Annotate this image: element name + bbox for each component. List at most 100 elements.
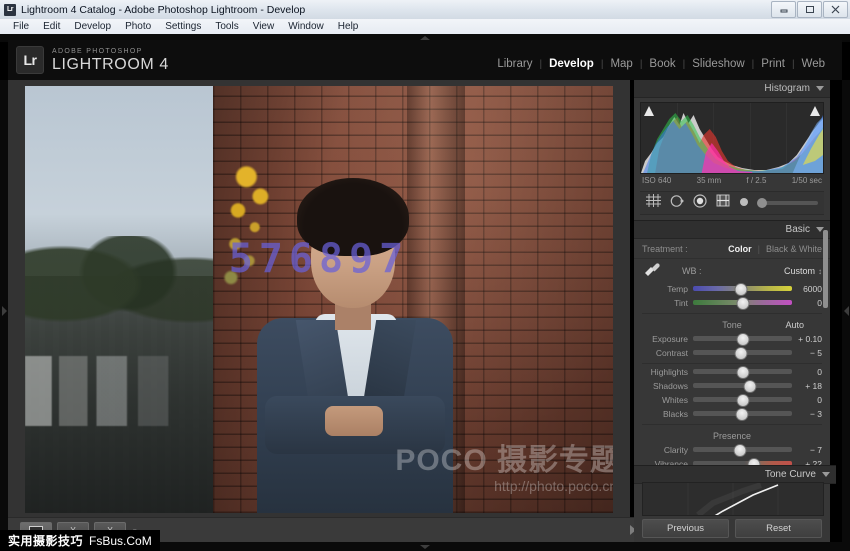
slider-label-blacks: Blacks (642, 409, 693, 419)
module-library[interactable]: Library (490, 58, 539, 70)
module-book[interactable]: Book (642, 58, 682, 70)
chevron-down-icon (420, 545, 430, 549)
slider-label-exposure: Exposure (642, 334, 693, 344)
lightroom-app: Lr ADOBE PHOTOSHOP LIGHTROOM 4 Library |… (0, 34, 850, 551)
module-web[interactable]: Web (795, 58, 832, 70)
slider-track-contrast[interactable] (693, 350, 792, 355)
slider-track-tint[interactable] (693, 300, 792, 305)
right-panel-toggle[interactable] (842, 80, 850, 542)
slider-track-shadows[interactable] (693, 383, 792, 388)
slider-row-temp: Temp 6000 (634, 282, 830, 295)
module-map[interactable]: Map (603, 58, 639, 70)
slider-track-highlights[interactable] (693, 369, 792, 374)
treatment-option-black-and-white[interactable]: Black & White (766, 244, 822, 254)
slider-knob-shadows[interactable] (744, 380, 757, 393)
white-balance-row: WB : Custom ↕ (634, 259, 830, 281)
product-name: LIGHTROOM 4 (52, 57, 169, 73)
close-button[interactable] (823, 1, 848, 18)
brush-size-knob[interactable] (757, 198, 767, 208)
site-watermark-en: FsBus.CoM (89, 534, 152, 548)
menu-item-help[interactable]: Help (331, 20, 366, 34)
lightroom-window: Lr Lightroom 4 Catalog - Adobe Photoshop… (0, 0, 850, 551)
crop-overlay-icon[interactable] (646, 194, 661, 212)
menu-item-edit[interactable]: Edit (36, 20, 67, 34)
exif-iso: ISO 640 (642, 176, 671, 185)
menu-item-develop[interactable]: Develop (67, 20, 118, 34)
slider-knob-temp[interactable] (734, 283, 747, 296)
slider-knob-tint[interactable] (736, 297, 749, 310)
exif-shutter-speed: 1/50 sec (792, 176, 822, 185)
slider-knob-exposure[interactable] (736, 333, 749, 346)
slider-track-blacks[interactable] (693, 411, 792, 416)
reset-button[interactable]: Reset (735, 519, 822, 538)
menu-item-file[interactable]: File (6, 20, 36, 34)
graduated-filter-icon[interactable] (716, 194, 730, 212)
menu-item-settings[interactable]: Settings (158, 20, 208, 34)
white-balance-value[interactable]: Custom (784, 266, 815, 276)
white-balance-eyedropper-icon[interactable] (642, 262, 664, 280)
menu-item-photo[interactable]: Photo (118, 20, 158, 34)
right-panel: Histogram (634, 80, 830, 542)
white-balance-stepper-icon[interactable]: ↕ (818, 267, 822, 276)
menu-item-tools[interactable]: Tools (208, 20, 245, 34)
slider-knob-whites[interactable] (736, 394, 749, 407)
slider-row-highlights: Highlights 0 (634, 365, 830, 378)
slider-track-clarity[interactable] (693, 447, 792, 452)
maximize-button[interactable] (797, 1, 822, 18)
menu-bar: File Edit Develop Photo Settings Tools V… (0, 19, 850, 35)
module-slideshow[interactable]: Slideshow (685, 58, 751, 70)
spot-removal-icon[interactable] (670, 194, 684, 213)
slider-label-tint: Tint (642, 298, 693, 308)
slider-value-shadows: + 18 (792, 381, 822, 391)
right-panel-scrollbar[interactable] (823, 230, 828, 308)
chevron-down-icon[interactable] (822, 472, 830, 477)
photo[interactable]: 576897 POCO 摄影专题 http://photo.poco.cn/ (25, 86, 613, 513)
menu-item-view[interactable]: View (246, 20, 282, 34)
red-eye-icon[interactable] (693, 194, 707, 213)
brush-size-slider[interactable] (758, 201, 818, 205)
minimize-button[interactable] (771, 1, 796, 18)
tone-label: Tone (722, 320, 742, 330)
slider-knob-blacks[interactable] (735, 408, 748, 421)
tone-curve-svg (643, 483, 823, 515)
identity-plate[interactable]: Lr ADOBE PHOTOSHOP LIGHTROOM 4 (16, 46, 169, 74)
slider-track-temp[interactable] (693, 286, 792, 291)
slider-track-exposure[interactable] (693, 336, 792, 341)
slider-label-shadows: Shadows (642, 381, 693, 391)
tone-auto-button[interactable]: Auto (785, 319, 804, 331)
histogram-title: Histogram (764, 83, 810, 94)
slider-row-contrast: Contrast − 5 (634, 346, 830, 359)
treatment-row: Treatment : Color | Black & White (634, 239, 830, 259)
image-canvas[interactable]: 576897 POCO 摄影专题 http://photo.poco.cn/ (8, 80, 630, 517)
slider-knob-contrast[interactable] (734, 347, 747, 360)
left-panel-toggle[interactable] (0, 80, 8, 542)
slider-row-clarity: Clarity − 7 (634, 443, 830, 456)
slider-knob-clarity[interactable] (733, 444, 746, 457)
slider-knob-highlights[interactable] (736, 366, 749, 379)
photo-parked-cars (25, 356, 213, 426)
tone-curve-title: Tone Curve (765, 469, 816, 480)
window-controls (771, 1, 848, 18)
slider-track-whites[interactable] (693, 397, 792, 402)
treatment-option-color[interactable]: Color (728, 244, 752, 254)
basic-panel-header[interactable]: Basic (634, 220, 830, 239)
slider-value-clarity: − 7 (792, 445, 822, 455)
menu-item-window[interactable]: Window (281, 20, 331, 34)
module-print[interactable]: Print (754, 58, 792, 70)
histogram-panel-header[interactable]: Histogram (634, 80, 830, 98)
histogram-svg (641, 103, 823, 173)
slider-row-tint: Tint 0 (634, 296, 830, 309)
slider-label-whites: Whites (642, 395, 693, 405)
window-title: Lightroom 4 Catalog - Adobe Photoshop Li… (21, 4, 305, 16)
histogram-graph[interactable] (640, 102, 824, 174)
module-develop[interactable]: Develop (542, 58, 601, 70)
tone-curve-graph[interactable] (642, 482, 824, 516)
brand-superline: ADOBE PHOTOSHOP (52, 48, 169, 55)
chevron-down-icon[interactable] (816, 86, 824, 91)
identity-bar: Lr ADOBE PHOTOSHOP LIGHTROOM 4 Library |… (8, 40, 842, 80)
content-area: 576897 POCO 摄影专题 http://photo.poco.cn/ Y… (8, 80, 630, 542)
panel-button-row: Previous Reset (642, 519, 822, 538)
adjustment-brush-icon[interactable] (739, 194, 749, 212)
slider-row-exposure: Exposure + 0.10 (634, 332, 830, 345)
previous-button[interactable]: Previous (642, 519, 729, 538)
